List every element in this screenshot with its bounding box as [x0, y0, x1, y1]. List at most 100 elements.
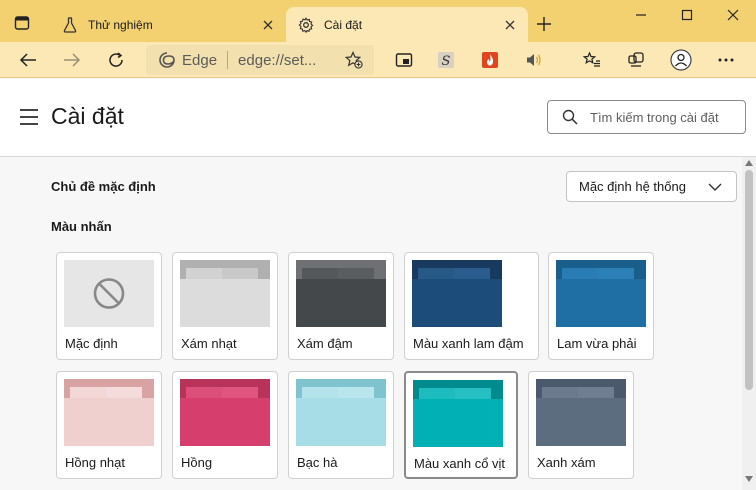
tab-settings[interactable]: Cài đặt: [286, 7, 528, 42]
search-icon: [562, 109, 578, 125]
site-identity-label: Edge: [182, 51, 218, 69]
scrollbar-thumb[interactable]: [745, 170, 753, 390]
arrow-left-icon: [19, 53, 36, 67]
folder-preview: [556, 260, 646, 327]
extension-s-icon: S: [438, 52, 454, 69]
accent-option-light-gray[interactable]: Xám nhạt: [172, 252, 278, 360]
extension-fire-button[interactable]: [476, 46, 504, 74]
folder-icon: [296, 260, 386, 327]
close-icon: [727, 9, 739, 21]
accent-option-light-pink[interactable]: Hồng nhạt: [56, 371, 162, 479]
accent-option-medium-blue[interactable]: Lam vừa phải: [548, 252, 654, 360]
folder-preview: [412, 260, 502, 327]
folder-icon: [412, 260, 502, 327]
folder-icon: [296, 379, 386, 446]
accent-option-dark-gray[interactable]: Xám đậm: [288, 252, 394, 360]
settings-search[interactable]: [547, 100, 746, 134]
maximize-button[interactable]: [664, 0, 710, 30]
tab-experiments[interactable]: Thử nghiệm: [50, 7, 286, 42]
accent-color-label: Màu nhấn: [51, 219, 112, 234]
accent-option-mint[interactable]: Bạc hà: [288, 371, 394, 479]
default-theme-dropdown[interactable]: Mặc định hệ thống: [566, 171, 737, 202]
folder-preview: [296, 379, 386, 446]
accent-option-label: Hồng nhạt: [65, 455, 125, 470]
new-tab-button[interactable]: [532, 12, 556, 36]
more-menu-button[interactable]: [712, 46, 740, 74]
minimize-button[interactable]: [618, 0, 664, 30]
maximize-icon: [681, 9, 693, 21]
more-dots-icon: [718, 58, 734, 62]
folder-preview: [180, 379, 270, 446]
accent-option-pink[interactable]: Hồng: [172, 371, 278, 479]
favorites-list-icon: [583, 51, 600, 67]
address-bar[interactable]: Edge edge://set...: [146, 45, 374, 75]
page-title: Cài đặt: [51, 103, 124, 129]
speaker-icon: [527, 54, 541, 66]
folder-icon: [180, 260, 270, 327]
extension-s-button[interactable]: S: [432, 46, 460, 74]
profile-button[interactable]: [667, 46, 695, 74]
audio-button[interactable]: [520, 46, 548, 74]
back-button[interactable]: [14, 46, 42, 74]
window-icon: [14, 16, 30, 30]
navigation-toolbar: Edge edge://set... S: [0, 42, 756, 78]
svg-text:S: S: [442, 54, 451, 69]
folder-preview: [296, 260, 386, 327]
immersive-reader-button[interactable]: [390, 46, 418, 74]
folder-icon: [556, 260, 646, 327]
accent-option-slate[interactable]: Xanh xám: [528, 371, 634, 479]
favorites-button[interactable]: [578, 46, 606, 74]
close-window-button[interactable]: [710, 0, 756, 30]
close-tab-icon[interactable]: [258, 15, 278, 35]
tab-strip: Thử nghiệm Cài đặt: [0, 0, 756, 42]
accent-option-label: Xám nhạt: [181, 336, 237, 351]
folder-icon: [180, 379, 270, 446]
plus-icon: [537, 17, 551, 31]
folder-preview: [536, 379, 626, 446]
folder-icon: [64, 379, 154, 446]
folder-icon: [536, 379, 626, 446]
accent-option-dark-blue[interactable]: Màu xanh lam đậm: [404, 252, 539, 360]
folder-icon: [413, 380, 503, 447]
address-divider: [227, 51, 229, 69]
folder-preview: [413, 380, 503, 447]
add-favorite-icon[interactable]: [344, 50, 364, 70]
arrow-right-icon: [64, 53, 81, 67]
close-tab-icon[interactable]: [500, 15, 520, 35]
accent-option-label: Mặc định: [65, 336, 118, 351]
scroll-down-icon[interactable]: [744, 475, 754, 483]
accent-option-label: Màu xanh cổ vịt: [414, 456, 506, 471]
dropdown-value: Mặc định hệ thống: [579, 179, 686, 194]
accent-option-label: Xanh xám: [537, 455, 596, 470]
url-text[interactable]: edge://set...: [238, 52, 344, 69]
forward-button[interactable]: [58, 46, 86, 74]
menu-icon[interactable]: [20, 109, 38, 125]
picture-in-picture-icon: [395, 53, 413, 67]
accent-option-label: Hồng: [181, 455, 213, 470]
avatar-icon: [670, 49, 692, 71]
collections-button[interactable]: [622, 46, 650, 74]
default-theme-label: Chủ đề mặc định: [51, 179, 156, 194]
accent-option-label: Xám đậm: [297, 336, 353, 351]
default-preview: [64, 260, 154, 327]
flask-icon: [62, 16, 78, 33]
fire-extension-icon: [482, 52, 498, 68]
accent-option-label: Lam vừa phải: [557, 336, 637, 351]
refresh-icon: [109, 52, 123, 67]
tab-actions-button[interactable]: [8, 9, 36, 37]
accent-option-default[interactable]: Mặc định: [56, 252, 162, 360]
settings-header: Cài đặt: [0, 79, 756, 157]
search-input[interactable]: [590, 109, 740, 125]
chevron-down-icon: [708, 180, 722, 194]
tab-title: Thử nghiệm: [88, 17, 153, 32]
minimize-icon: [636, 14, 646, 16]
folder-preview: [180, 260, 270, 327]
collections-icon: [628, 52, 644, 67]
tab-title: Cài đặt: [324, 17, 363, 32]
edge-icon: [158, 51, 176, 69]
accent-option-teal[interactable]: Màu xanh cổ vịt: [404, 371, 518, 479]
refresh-button[interactable]: [102, 46, 130, 74]
folder-preview: [64, 379, 154, 446]
accent-option-label: Màu xanh lam đậm: [413, 336, 524, 351]
scroll-up-icon[interactable]: [744, 159, 754, 167]
